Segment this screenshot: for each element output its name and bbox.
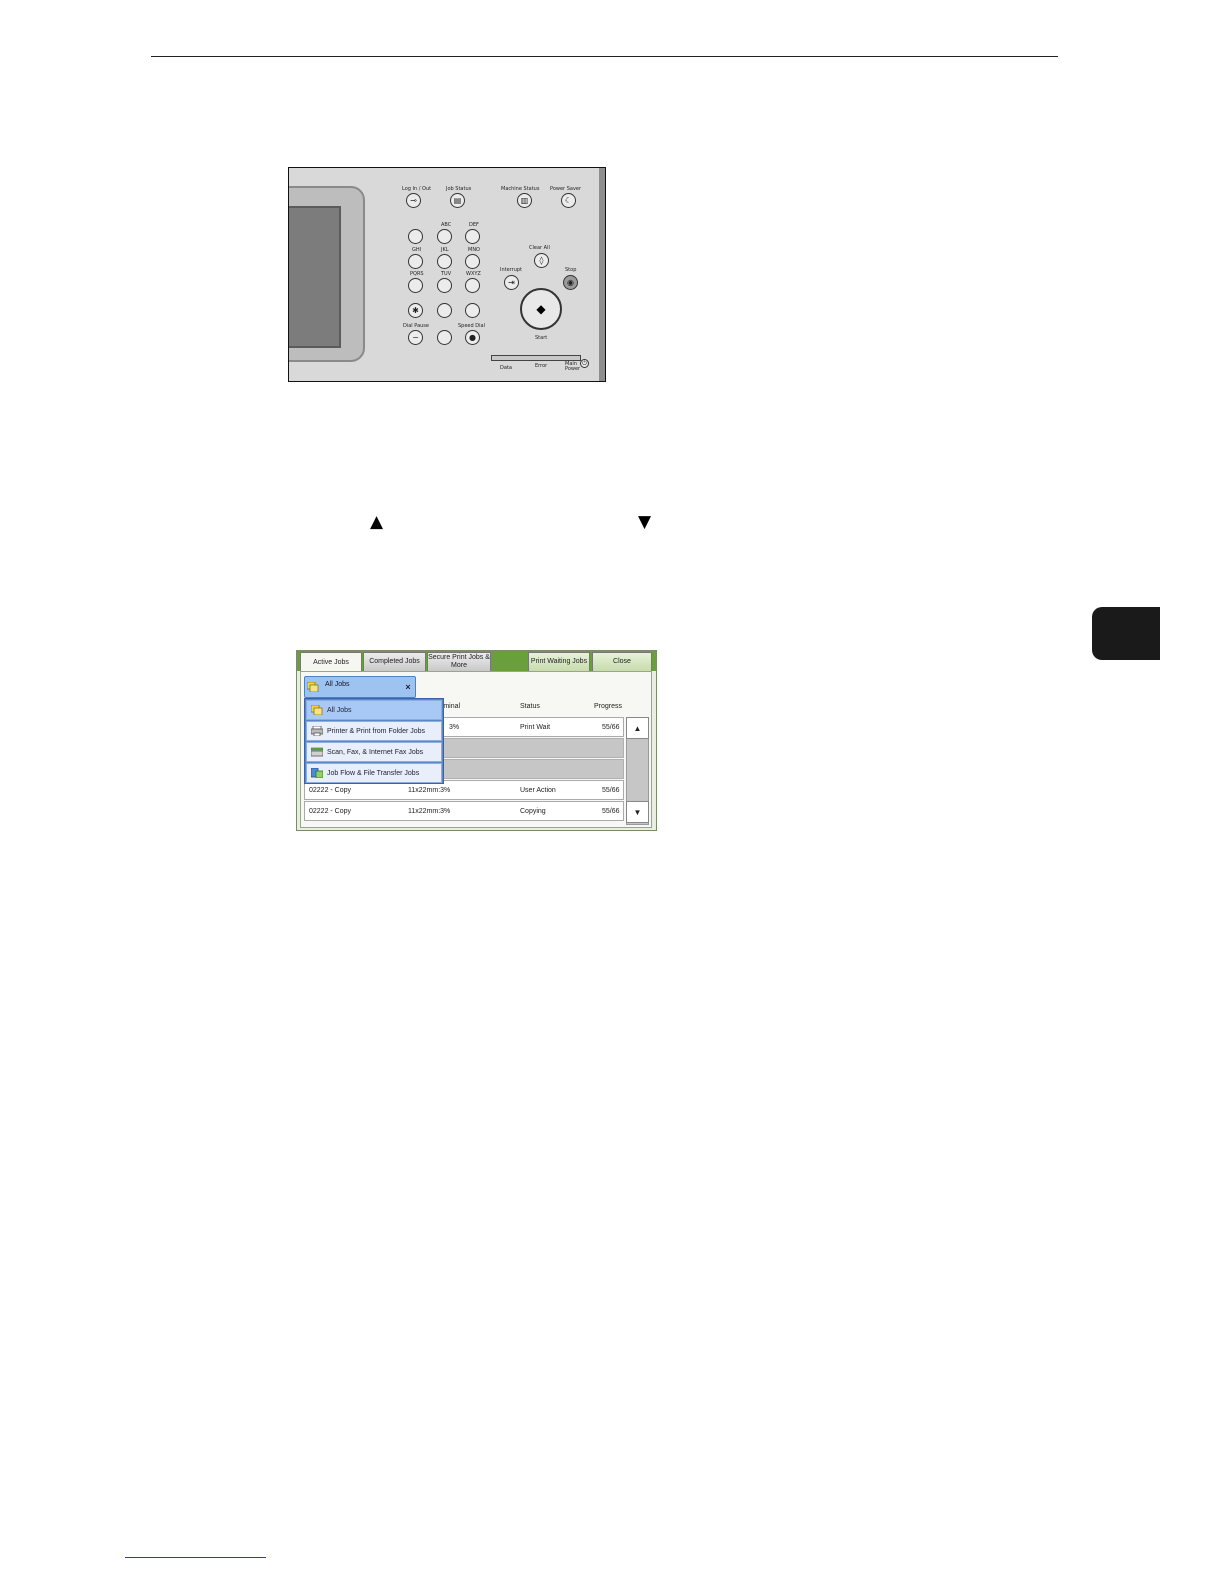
row-terminal: 11x22mm:3% (408, 808, 451, 815)
menu-item-label: All Jobs (327, 706, 352, 714)
interrupt-button[interactable]: ⇥ (504, 275, 519, 290)
arrow-up-icon: ▲ (370, 512, 384, 532)
job-filter-menu: All Jobs Printer & Print from Folder Job… (304, 698, 444, 784)
row-terminal: 11x22mm:3% (408, 787, 451, 794)
dial-pause-button[interactable]: − (408, 330, 423, 345)
column-header-progress: Progress (594, 703, 623, 710)
log-in-out-button[interactable]: ⊸ (406, 193, 421, 208)
header-rule (151, 56, 1058, 57)
scanner-icon (311, 747, 323, 757)
menu-item-printer-jobs[interactable]: Printer & Print from Folder Jobs (306, 721, 442, 741)
key-label-def: DEF (469, 222, 479, 228)
touch-screen (289, 206, 341, 348)
speed-dial-button[interactable]: ● (465, 330, 480, 345)
keypad-star-button[interactable]: ✱ (408, 303, 423, 318)
all-jobs-icon (307, 682, 319, 692)
keypad-2-button[interactable] (437, 229, 452, 244)
error-label: Error (535, 363, 548, 369)
keypad-6-button[interactable] (465, 254, 480, 269)
clear-all-button[interactable]: ◊ (534, 253, 549, 268)
menu-item-label: Scan, Fax, & Internet Fax Jobs (327, 748, 424, 756)
stop-label: Stop (565, 267, 577, 273)
keypad-8-button[interactable] (437, 278, 452, 293)
tab-active-jobs[interactable]: Active Jobs (300, 652, 362, 673)
all-jobs-icon (311, 705, 323, 715)
key-label-mno: MNO (468, 247, 480, 253)
scroll-down-button[interactable]: ▼ (626, 801, 649, 823)
job-flow-icon (311, 768, 323, 778)
keypad-7-button[interactable] (408, 278, 423, 293)
menu-item-all-jobs[interactable]: All Jobs (306, 700, 442, 720)
keypad-4-button[interactable] (408, 254, 423, 269)
power-saver-label: Power Saver (550, 186, 582, 192)
keypad-1-button[interactable] (408, 229, 423, 244)
job-filter-dropdown[interactable]: All Jobs (304, 676, 416, 698)
arrow-down-icon: ▼ (638, 512, 652, 532)
close-icon[interactable]: × (401, 677, 415, 696)
stop-button[interactable]: ◉ (563, 275, 578, 290)
row-progress: 55/66 (602, 724, 620, 731)
row-job-name: 02222 - Copy (309, 808, 352, 815)
keypad-5-button[interactable] (437, 254, 452, 269)
panel-edge (599, 168, 605, 381)
key-label-ghi: GHI (412, 247, 422, 253)
machine-status-label: Machine Status (501, 186, 540, 192)
start-label: Start (535, 335, 548, 341)
key-label-jkl: JKL (441, 247, 449, 253)
close-button[interactable]: Close (592, 652, 652, 671)
main-power-button[interactable]: ⏻ (580, 359, 589, 368)
clear-all-label: Clear All (529, 245, 550, 251)
tab-secure-print-jobs[interactable]: Secure Print Jobs & More (427, 652, 491, 671)
chapter-tab (1092, 607, 1160, 660)
row-job-name: 02222 - Copy (309, 787, 352, 794)
row-status: Print Wait (520, 724, 551, 731)
menu-item-scan-fax-jobs[interactable]: Scan, Fax, & Internet Fax Jobs (306, 742, 442, 762)
key-label-abc: ABC (441, 222, 452, 228)
dial-pause-label: Dial Pause (403, 323, 429, 329)
control-panel-figure: Log In / Out ⊸ Job Status ▤ Machine Stat… (288, 167, 606, 382)
row-status: User Action (520, 787, 556, 794)
printer-icon (311, 726, 323, 736)
dropdown-selected-label: All Jobs (325, 681, 350, 688)
row-progress: 55/66 (602, 808, 620, 815)
interrupt-label: Interrupt (500, 267, 523, 273)
key-label-pqrs: PQRS (410, 271, 424, 277)
key-label-tuv: TUV (441, 271, 452, 277)
scroll-up-button[interactable]: ▲ (626, 717, 649, 739)
keypad-hash-button[interactable] (465, 303, 480, 318)
keypad-0-button[interactable] (437, 303, 452, 318)
scroll-up-icon: ▲ (633, 723, 642, 733)
menu-item-job-flow-jobs[interactable]: Job Flow & File Transfer Jobs (306, 763, 442, 783)
log-in-out-label: Log In / Out (402, 186, 432, 192)
job-status-button[interactable]: ▤ (450, 193, 465, 208)
start-button[interactable]: ◆ (520, 288, 562, 330)
footer-link-rule (125, 1557, 266, 1558)
keypad-c-button[interactable] (437, 330, 452, 345)
touch-screen-frame (289, 186, 365, 362)
column-header-status: Status (520, 703, 540, 710)
keypad-3-button[interactable] (465, 229, 480, 244)
row-status: Copying (520, 808, 546, 815)
start-diamond-icon: ◆ (536, 302, 546, 316)
job-status-label: Job Status (446, 186, 472, 192)
row-progress: 55/66 (602, 787, 620, 794)
menu-item-label: Job Flow & File Transfer Jobs (327, 769, 420, 777)
tab-completed-jobs[interactable]: Completed Jobs (363, 652, 426, 671)
machine-status-button[interactable]: ▥ (517, 193, 532, 208)
power-saver-button[interactable]: ☾ (561, 193, 576, 208)
table-row[interactable]: 02222 - Copy 11x22mm:3% Copying 55/66 (304, 801, 624, 821)
main-power-label: Main Power (565, 361, 581, 372)
print-waiting-jobs-button[interactable]: Print Waiting Jobs (528, 652, 590, 671)
scroll-down-icon: ▼ (633, 807, 642, 817)
speed-dial-label: Speed Dial (458, 323, 485, 329)
menu-item-label: Printer & Print from Folder Jobs (327, 727, 426, 735)
row-terminal: 3% (449, 724, 460, 731)
job-status-screen: Active Jobs Completed Jobs Secure Print … (296, 650, 657, 831)
data-label: Data (500, 365, 512, 371)
key-label-wxyz: WXYZ (466, 271, 481, 277)
keypad-9-button[interactable] (465, 278, 480, 293)
